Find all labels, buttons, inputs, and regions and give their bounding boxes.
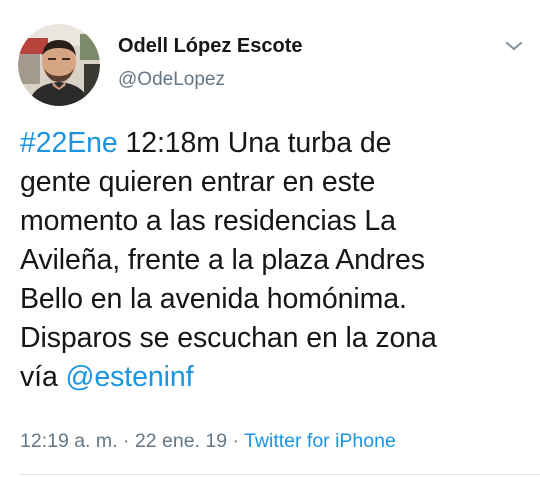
hashtag-link[interactable]: #22Ene [20, 127, 118, 159]
author-handle[interactable]: @OdeLopez [118, 69, 225, 91]
tweet-time[interactable]: 12:19 a. m. [20, 430, 118, 452]
separator: · [117, 430, 135, 452]
tweet-line: vía @esteninf [20, 358, 525, 397]
author-display-name[interactable]: Odell López Escote [118, 35, 302, 58]
avatar-photo [18, 24, 100, 106]
mention-link[interactable]: @esteninf [66, 361, 194, 393]
divider [20, 474, 540, 475]
tweet-line: #22Ene 12:18m Una turba de [20, 124, 525, 163]
tweet-line: gente quieren entrar en este [20, 166, 376, 198]
tweet-line: Disparos se escuchan en la zona [20, 322, 437, 354]
chevron-down-icon [505, 41, 523, 51]
tweet-menu-button[interactable] [500, 32, 528, 60]
tweet-metadata: 12:19 a. m. · 22 ene. 19 · Twitter for i… [20, 430, 396, 453]
tweet-text-segment: vía [20, 361, 66, 393]
tweet-source-link[interactable]: Twitter for iPhone [244, 430, 396, 452]
tweet-date[interactable]: 22 ene. 19 [135, 430, 227, 452]
tweet-card: Odell López Escote @OdeLopez #22Ene 12:1… [0, 0, 540, 477]
tweet-text: #22Ene 12:18m Una turba de gente quieren… [20, 124, 525, 397]
tweet-line: Avileña, frente a la plaza Andres [20, 244, 425, 276]
tweet-line: momento a las residencias La [20, 205, 396, 237]
tweet-line: Bello en la avenida homónima. [20, 283, 407, 315]
separator: · [227, 430, 245, 452]
tweet-text-segment: 12:18m Una turba de [117, 127, 392, 159]
avatar[interactable] [18, 24, 100, 106]
